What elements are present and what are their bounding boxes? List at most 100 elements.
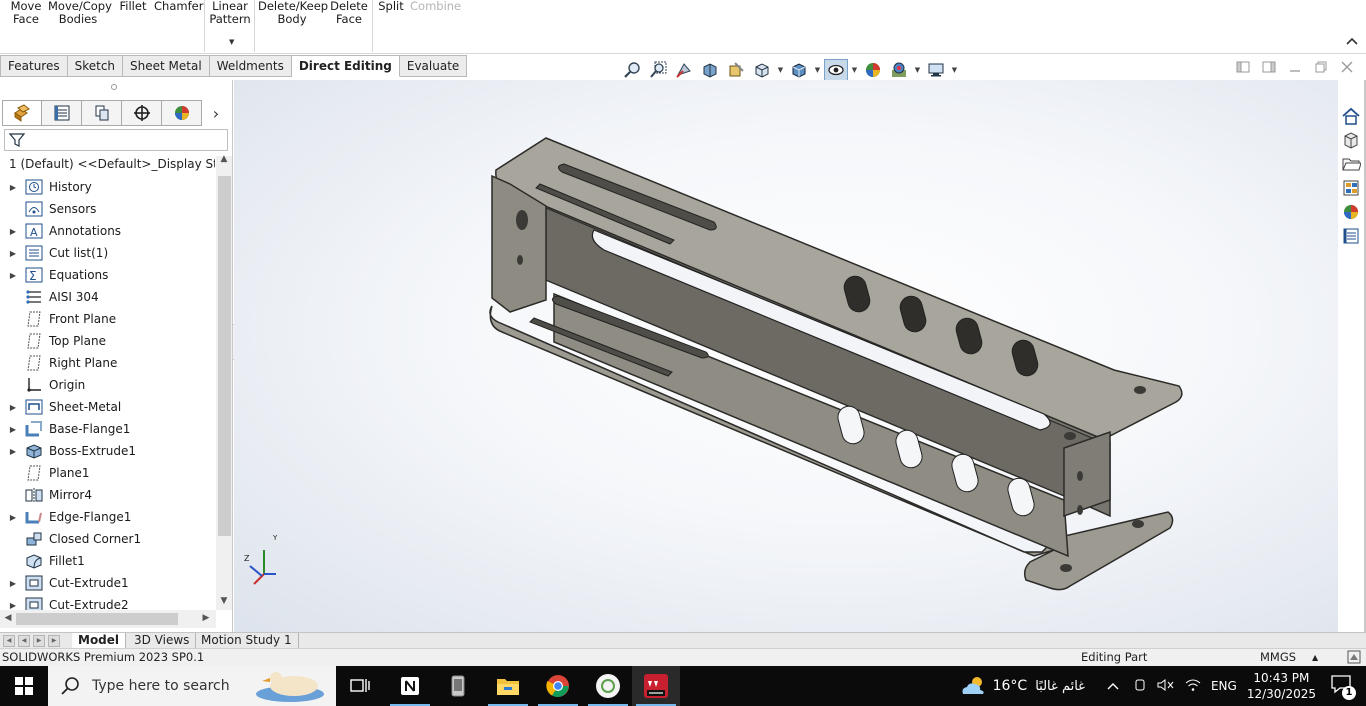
apply-scene-dropdown-icon[interactable]: ▼ <box>913 66 922 74</box>
scroll-thumb[interactable] <box>218 176 231 536</box>
tree-item-front-plane[interactable]: Front Plane <box>0 308 215 330</box>
next-tab-icon[interactable]: ▶ <box>33 635 45 647</box>
configuration-manager-tab-icon[interactable] <box>82 100 122 126</box>
zoom-to-fit-icon[interactable] <box>620 59 644 81</box>
tile-right-icon[interactable] <box>1262 60 1276 74</box>
split-button[interactable]: Split <box>377 0 405 13</box>
linear-pattern-button[interactable]: Linear Pattern <box>208 0 252 26</box>
task-view-icon[interactable] <box>336 666 384 706</box>
tree-item-annotations[interactable]: ▶ A Annotations <box>0 220 215 242</box>
expand-arrow-icon[interactable]: ▶ <box>0 227 24 236</box>
linear-pattern-dropdown-icon[interactable]: ▼ <box>229 38 234 46</box>
clock[interactable]: 10:43 PM 12/30/2025 <box>1247 670 1316 702</box>
design-library-icon[interactable] <box>1338 128 1364 152</box>
prev-tab-icon[interactable]: ◀ <box>18 635 30 647</box>
scroll-right-icon[interactable]: ▶ <box>198 613 214 623</box>
file-explorer-icon[interactable] <box>1338 152 1364 176</box>
expand-arrow-icon[interactable]: ▶ <box>0 447 24 456</box>
tree-filter[interactable] <box>4 129 228 151</box>
windows-start-icon[interactable] <box>0 666 48 706</box>
last-tab-icon[interactable]: ▶ <box>48 635 60 647</box>
previous-view-icon[interactable] <box>672 59 696 81</box>
delete-keep-body-button[interactable]: Delete/Keep Body <box>258 0 328 26</box>
expand-arrow-icon[interactable]: ▶ <box>0 579 24 588</box>
solidworks-2023-app-icon[interactable] <box>632 666 680 706</box>
filter-icon[interactable] <box>8 132 26 148</box>
tree-item-fillet1[interactable]: Fillet1 <box>0 550 215 572</box>
tree-item-sheet-metal[interactable]: ▶ Sheet-Metal <box>0 396 215 418</box>
tab-features[interactable]: Features <box>0 55 68 77</box>
scroll-down-icon[interactable]: ▼ <box>216 596 232 606</box>
wifi-icon[interactable] <box>1185 678 1201 695</box>
tab-sheet-metal[interactable]: Sheet Metal <box>123 55 210 77</box>
tree-item-plane1[interactable]: Plane1 <box>0 462 215 484</box>
collapse-ribbon-icon[interactable] <box>1346 34 1358 48</box>
view-orientation-dropdown-icon[interactable]: ▼ <box>776 66 785 74</box>
apply-scene-icon[interactable] <box>887 59 911 81</box>
taskbar-search-box[interactable]: Type here to search <box>48 666 336 706</box>
expand-arrow-icon[interactable]: ▶ <box>0 601 24 610</box>
scroll-up-icon[interactable]: ▲ <box>216 154 232 164</box>
tree-item-cut-list-1[interactable]: ▶ Cut list(1) <box>0 242 215 264</box>
view-palette-icon[interactable] <box>1338 176 1364 200</box>
tree-item-base-flange1[interactable]: ▶ Base-Flange1 <box>0 418 215 440</box>
dynamic-annotation-view-icon[interactable] <box>724 59 748 81</box>
tile-left-icon[interactable] <box>1236 60 1250 74</box>
tab-weldments[interactable]: Weldments <box>209 55 292 77</box>
hide-show-items-icon[interactable] <box>824 59 848 81</box>
app-round-icon[interactable] <box>584 666 632 706</box>
tab-3d-views[interactable]: 3D Views <box>128 633 197 649</box>
first-tab-icon[interactable]: ◀ <box>3 635 15 647</box>
property-manager-tab-icon[interactable] <box>42 100 82 126</box>
weather-temperature[interactable]: 16°C <box>993 678 1028 694</box>
expand-arrow-icon[interactable]: ▶ <box>0 183 24 192</box>
input-language[interactable]: ENG <box>1211 679 1237 693</box>
tree-item-edge-flange1[interactable]: ▶ Edge-Flange1 <box>0 506 215 528</box>
scroll-thumb[interactable] <box>16 613 178 625</box>
move-face-button[interactable]: Move Face <box>8 0 44 26</box>
appearances-scenes-icon[interactable] <box>1338 200 1364 224</box>
dimxpert-manager-tab-icon[interactable] <box>122 100 162 126</box>
solidworks-resources-home-icon[interactable] <box>1338 104 1364 128</box>
display-manager-tab-icon[interactable] <box>162 100 202 126</box>
feature-manager-tab-icon[interactable] <box>2 100 42 126</box>
zoom-to-area-icon[interactable] <box>646 59 670 81</box>
fillet-button[interactable]: Fillet <box>118 0 148 13</box>
part-root-node[interactable]: 1 (Default) <<Default>_Display State <box>3 154 215 174</box>
display-style-dropdown-icon[interactable]: ▼ <box>813 66 822 74</box>
move-copy-bodies-button[interactable]: Move/Copy Bodies <box>48 0 112 26</box>
tab-evaluate[interactable]: Evaluate <box>399 55 468 77</box>
tree-item-boss-extrude1[interactable]: ▶ Boss-Extrude1 <box>0 440 215 462</box>
chamfer-button[interactable]: Chamfer <box>154 0 203 13</box>
tree-item-equations[interactable]: ▶ Σ Equations <box>0 264 215 286</box>
unit-system[interactable]: MMGS <box>1260 649 1296 666</box>
chrome-app-icon[interactable] <box>534 666 582 706</box>
hide-show-dropdown-icon[interactable]: ▼ <box>850 66 859 74</box>
tree-item-cut-extrude1[interactable]: ▶ Cut-Extrude1 <box>0 572 215 594</box>
tree-item-top-plane[interactable]: Top Plane <box>0 330 215 352</box>
tree-item-aisi-304[interactable]: AISI 304 <box>0 286 215 308</box>
file-explorer-app-icon[interactable] <box>484 666 532 706</box>
scroll-left-icon[interactable]: ◀ <box>0 613 16 623</box>
tray-overflow-chevron-icon[interactable] <box>1107 679 1119 693</box>
view-settings-dropdown-icon[interactable]: ▼ <box>950 66 959 74</box>
tab-motion-study[interactable]: Motion Study 1 <box>195 633 299 649</box>
tree-item-history[interactable]: ▶ History <box>0 176 215 198</box>
tab-direct-editing[interactable]: Direct Editing <box>291 55 400 77</box>
tree-item-sensors[interactable]: Sensors <box>0 198 215 220</box>
hardware-device-icon[interactable] <box>1133 678 1147 695</box>
tree-item-closed-corner1[interactable]: Closed Corner1 <box>0 528 215 550</box>
tree-horizontal-scrollbar[interactable]: ◀ ▶ <box>0 610 216 628</box>
edit-appearance-icon[interactable] <box>861 59 885 81</box>
tree-vertical-scrollbar[interactable]: ▲ ▼ <box>216 154 232 610</box>
phone-link-icon[interactable] <box>434 666 482 706</box>
volume-muted-icon[interactable] <box>1157 678 1175 695</box>
custom-properties-icon[interactable] <box>1338 224 1364 248</box>
restore-icon[interactable] <box>1314 60 1328 74</box>
panel-grip-icon[interactable] <box>111 84 117 90</box>
weather-cloud-sun-icon[interactable] <box>959 674 987 698</box>
expand-arrow-icon[interactable]: ▶ <box>0 271 24 280</box>
tab-model[interactable]: Model <box>72 633 127 649</box>
notification-center-icon[interactable]: 1 <box>1330 674 1356 700</box>
notion-app-icon[interactable] <box>386 666 434 706</box>
